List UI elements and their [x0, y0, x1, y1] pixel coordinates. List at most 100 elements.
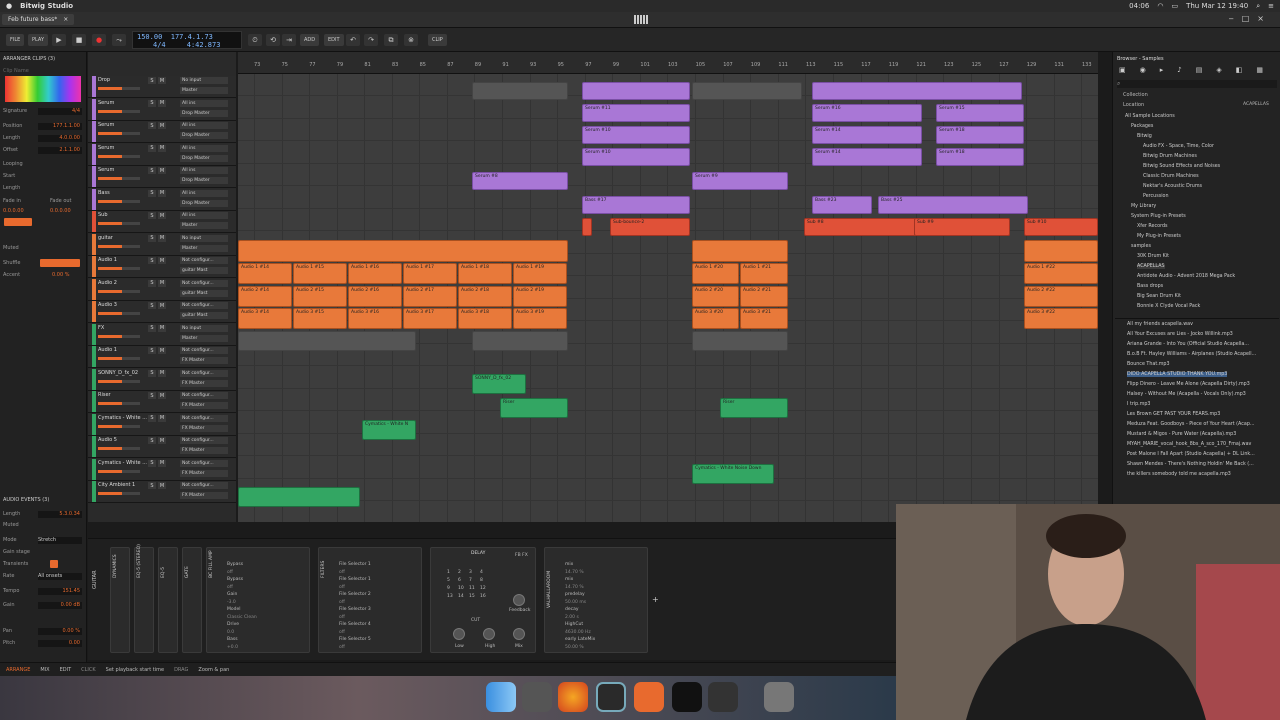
track-name[interactable]: Cymatics - White ... — [98, 415, 147, 421]
browser-item[interactable]: My Plug-in Presets — [1137, 234, 1181, 239]
clip[interactable]: Serum #14 — [812, 148, 922, 166]
device-param[interactable]: off — [227, 570, 233, 575]
device-param[interactable]: off — [339, 570, 345, 575]
mute-button[interactable]: M — [158, 144, 166, 152]
collection-label[interactable]: Collection — [1123, 92, 1148, 98]
trash-icon[interactable] — [764, 682, 794, 712]
loop-icon[interactable]: ⟲ — [266, 34, 280, 46]
track-input[interactable]: All ins — [180, 99, 228, 107]
browser-file[interactable]: the killers somebody told me acapella.mp… — [1127, 472, 1231, 477]
track-name[interactable]: Sub — [98, 212, 108, 218]
clip[interactable]: Serum #8 — [472, 172, 568, 190]
solo-button[interactable]: S — [148, 77, 156, 84]
track-name[interactable]: Audio 2 — [98, 280, 117, 286]
delay-step[interactable]: 13 — [447, 594, 453, 599]
mute-button[interactable]: M — [158, 167, 166, 174]
launchpad-icon[interactable] — [522, 682, 552, 712]
browser-item[interactable]: Big Sean Drum Kit — [1137, 294, 1181, 299]
apple-icon[interactable]: ● — [6, 2, 12, 10]
clip[interactable]: Audio 3 #22 — [1024, 308, 1098, 329]
track-volume[interactable] — [98, 289, 140, 293]
clip[interactable]: Bass #23 — [812, 196, 872, 214]
solo-button[interactable]: S — [148, 257, 156, 264]
search-icon[interactable]: ⌕ — [1256, 2, 1260, 11]
track-output[interactable]: Drop Master — [180, 177, 228, 184]
mode-select[interactable]: Stretch — [38, 537, 82, 544]
track-input[interactable]: Not configur... — [180, 392, 228, 399]
track-color[interactable] — [92, 166, 96, 187]
mute-button[interactable]: M — [158, 369, 166, 377]
track-output[interactable]: Drop Master — [180, 154, 228, 162]
track-output[interactable]: Drop Master — [180, 199, 228, 207]
clip[interactable] — [812, 82, 1022, 100]
transients-toggle[interactable] — [50, 560, 58, 568]
clip[interactable]: Serum #14 — [812, 126, 922, 144]
device-param[interactable]: off — [339, 585, 345, 590]
delay-step[interactable]: 4 — [480, 570, 483, 575]
clip[interactable]: Audio 3 #18 — [458, 308, 512, 329]
track-input[interactable]: Not configur... — [180, 302, 228, 309]
track-header[interactable]: SONNY_D_fx_02 S M Not configur... FX Master — [88, 368, 236, 391]
track-color[interactable] — [92, 368, 96, 390]
track-output[interactable]: FX Master — [180, 379, 228, 387]
track-input[interactable]: Not configur... — [180, 482, 228, 489]
track-input[interactable]: Not configur... — [180, 257, 228, 264]
browser-file[interactable]: Ariana Grande - Into You (Official Studi… — [1127, 342, 1249, 347]
delay-step[interactable]: 15 — [469, 594, 475, 599]
mute-button[interactable]: M — [158, 482, 166, 489]
clip[interactable]: Audio 1 #20 — [692, 263, 739, 284]
track-input[interactable]: All ins — [180, 122, 228, 129]
record-icon[interactable]: ● — [92, 34, 106, 46]
mute-button[interactable]: M — [158, 347, 166, 354]
browser-file[interactable]: MYAH_MARIE_vocal_hook_8bs_A_sco_170_Fmaj… — [1127, 442, 1251, 447]
browser-file[interactable]: Halsey - Without Me (Acapella - Vocals O… — [1127, 392, 1246, 397]
track-color[interactable] — [92, 256, 96, 277]
clip[interactable]: Audio 1 #14 — [238, 263, 292, 284]
browser-file[interactable]: Mustard & Migos - Pure Water (Acapella).… — [1127, 432, 1236, 437]
track-output[interactable]: FX Master — [180, 424, 228, 432]
position-field[interactable]: 177.1.1.00 — [38, 123, 82, 130]
track-header[interactable]: Serum S M All ins Drop Master — [88, 98, 236, 121]
timeline-ruler[interactable]: 73 75 77 79 81 83 85 87 89 91 93 95 97 99 101 103 105 107… — [238, 52, 1098, 74]
browser-item[interactable]: Bonnie X Clyde Vocal Pack — [1137, 304, 1200, 309]
solo-button[interactable]: S — [148, 459, 156, 467]
solo-button[interactable]: S — [148, 212, 156, 219]
browser-file[interactable]: Flipp Dinero - Leave Me Alone (Acapella … — [1127, 382, 1250, 387]
wifi-icon[interactable]: ◠ — [1157, 2, 1163, 11]
clip[interactable]: Audio 3 #15 — [293, 308, 347, 329]
ae-length-field[interactable]: 5.3.0.34 — [38, 511, 82, 518]
clip[interactable]: Riser — [720, 398, 788, 418]
clip[interactable]: Audio 3 #17 — [403, 308, 457, 329]
track-output[interactable]: FX Master — [180, 447, 228, 454]
clip[interactable]: Audio 2 #15 — [293, 285, 347, 307]
device-param[interactable]: 14.70 % — [565, 570, 584, 575]
track-name[interactable]: SONNY_D_fx_02 — [98, 370, 138, 376]
clip[interactable]: Audio 2 #16 — [348, 285, 402, 307]
track-input[interactable]: All ins — [180, 167, 228, 174]
clip[interactable] — [472, 82, 568, 100]
mute-button[interactable]: M — [158, 257, 166, 264]
mix-knob[interactable] — [513, 628, 525, 640]
track-volume[interactable] — [98, 109, 140, 113]
clip[interactable]: Audio 3 #16 — [348, 308, 402, 329]
track-header[interactable]: Drop S M No input Master — [88, 76, 236, 98]
track-volume[interactable] — [98, 379, 140, 383]
device-param[interactable]: off — [339, 600, 345, 605]
track-name[interactable]: Serum — [98, 100, 114, 106]
high-knob[interactable] — [483, 628, 495, 640]
browser-file[interactable]: Meduza Feat. Goodboys - Piece of Your He… — [1127, 422, 1254, 427]
delay-step[interactable]: 10 — [458, 586, 464, 591]
track-color[interactable] — [92, 211, 96, 232]
browser-item[interactable]: Bitwig — [1137, 134, 1152, 139]
track-name[interactable]: Audio 5 — [98, 437, 117, 443]
shuffle-toggle[interactable] — [40, 259, 80, 267]
track-lane[interactable] — [238, 457, 1098, 479]
track-volume[interactable] — [98, 447, 140, 450]
redo-icon[interactable]: ↷ — [364, 34, 378, 46]
clip[interactable]: Bass #17 — [582, 196, 690, 214]
pitch-field[interactable]: 0.00 — [38, 640, 82, 647]
track-color[interactable] — [92, 391, 96, 412]
device-param[interactable]: -3.0 — [227, 600, 236, 605]
track-input[interactable]: Not configur... — [180, 414, 228, 422]
clip[interactable]: Audio 2 #20 — [692, 285, 739, 307]
